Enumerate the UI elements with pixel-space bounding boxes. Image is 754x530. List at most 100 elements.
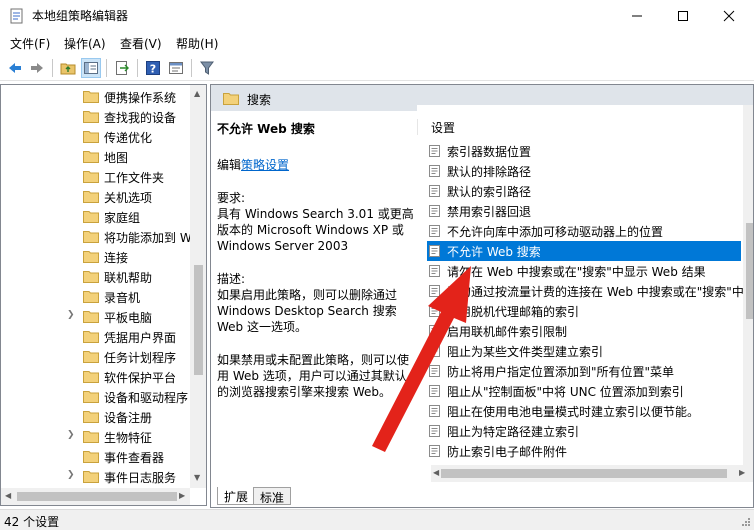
tree-item[interactable]: 软件保护平台	[1, 367, 191, 387]
tree-item[interactable]: 设备注册	[1, 407, 191, 427]
settings-row[interactable]: 阻止从"控制面板"中将 UNC 位置添加到索引	[427, 381, 741, 401]
folder-icon	[83, 211, 99, 223]
tree-item-label: 查找我的设备	[104, 111, 177, 125]
folder-icon	[83, 471, 99, 483]
scroll-right-icon[interactable]: ▶	[739, 468, 745, 477]
up-folder-button[interactable]	[58, 58, 78, 78]
tree-item-label: 传递优化	[104, 131, 153, 145]
tree-item[interactable]: 地图	[1, 147, 191, 167]
close-button[interactable]	[706, 0, 752, 31]
settings-row[interactable]: 请勿通过按流量计费的连接在 Web 中搜索或在"搜索"中	[427, 281, 744, 301]
tree-item[interactable]: ❯ 平板电脑	[1, 307, 191, 327]
tree-item[interactable]: 事件查看器	[1, 447, 191, 467]
tree-pane[interactable]: 便携操作系统查找我的设备 传递优化地图 工作文件夹 关机选项 家庭组 将功能添加到 W 连接…	[0, 84, 207, 506]
settings-row[interactable]: 阻止为某些文件类型建立索引	[427, 341, 741, 361]
folder-icon	[83, 111, 99, 123]
tree-horizontal-scrollbar[interactable]: ◀ ▶	[1, 488, 190, 505]
scroll-up-icon[interactable]: ▲	[194, 89, 200, 98]
settings-row[interactable]: 阻止在使用电池电量模式时建立索引以便节能。	[427, 401, 741, 421]
expand-chevron-icon[interactable]: ❯	[67, 470, 75, 480]
resize-grip-icon[interactable]	[741, 517, 751, 527]
settings-row-label: 不允许向库中添加可移动驱动器上的位置	[447, 225, 664, 239]
settings-row-label: 默认的排除路径	[447, 165, 532, 179]
toolbar: ?	[0, 55, 754, 81]
tree-item[interactable]: 凭据用户界面	[1, 327, 191, 347]
settings-list[interactable]: 设置 索引器数据位置默认的排除路径默认的索引路径 禁用索引器回退不允许向库中添加可…	[417, 105, 753, 477]
settings-row[interactable]: 请勿在 Web 中搜索或在"搜索"中显示 Web 结果	[427, 261, 741, 281]
settings-row[interactable]: 禁用索引器回退	[427, 201, 741, 221]
tree-item[interactable]: 工作文件夹	[1, 167, 191, 187]
tab-extended[interactable]: 扩展	[217, 487, 256, 505]
scroll-thumb[interactable]	[746, 223, 753, 319]
scroll-thumb[interactable]	[194, 265, 203, 375]
scroll-thumb[interactable]	[441, 469, 727, 478]
settings-vertical-scrollbar[interactable]	[743, 105, 753, 477]
title-bar[interactable]: 本地组策略编辑器	[0, 0, 754, 31]
settings-row[interactable]: 阻止为特定路径建立索引	[427, 421, 741, 441]
tree-item[interactable]: 家庭组	[1, 207, 191, 227]
policy-setting-icon	[429, 345, 440, 357]
tab-standard[interactable]: 标准	[253, 487, 292, 505]
settings-row[interactable]: 防止将用户指定位置添加到"所有位置"菜单	[427, 361, 741, 381]
settings-row-label: 防止将用户指定位置添加到"所有位置"菜单	[447, 365, 675, 379]
tree-item[interactable]: 录音机	[1, 287, 191, 307]
scroll-right-icon[interactable]: ▶	[179, 491, 185, 500]
folder-icon	[83, 171, 99, 183]
folder-icon	[83, 271, 99, 283]
scroll-left-icon[interactable]: ◀	[433, 468, 439, 477]
settings-row[interactable]: 索引器数据位置	[427, 141, 741, 161]
tree-item[interactable]: 任务计划程序	[1, 347, 191, 367]
expand-chevron-icon[interactable]: ❯	[67, 310, 75, 320]
settings-row[interactable]: 默认的排除路径	[427, 161, 741, 181]
settings-row[interactable]: 不允许 Web 搜索	[427, 241, 741, 261]
settings-row[interactable]: 不允许向库中添加可移动驱动器上的位置	[427, 221, 741, 241]
filter-button[interactable]	[197, 58, 217, 78]
policy-setting-icon	[429, 245, 440, 257]
settings-row[interactable]: 防止索引电子邮件附件	[427, 441, 741, 461]
description-text-1: 如果启用此策略，则可以删除通过 Windows Desktop Search 搜…	[217, 288, 398, 334]
show-hide-tree-button[interactable]	[81, 58, 101, 78]
tree-item[interactable]: ❯ 事件日志服务	[1, 467, 191, 487]
maximize-button[interactable]	[660, 0, 706, 31]
edit-policy-link[interactable]: 策略设置	[241, 158, 289, 172]
settings-row-label: 请勿通过按流量计费的连接在 Web 中搜索或在"搜索"中	[447, 285, 744, 299]
tree-item[interactable]: 查找我的设备	[1, 107, 191, 127]
scroll-down-icon[interactable]: ▼	[194, 473, 200, 482]
column-header-setting[interactable]: 设置	[431, 119, 455, 136]
settings-row[interactable]: 启用脱机代理邮箱的索引	[427, 301, 741, 321]
policy-editor-icon	[10, 8, 23, 24]
tree-item[interactable]: ❯ 生物特征	[1, 427, 191, 447]
menu-action[interactable]: 操作(A)	[64, 35, 106, 52]
tree-item[interactable]: 连接	[1, 247, 191, 267]
folder-icon	[83, 131, 99, 143]
settings-row[interactable]: 启用联机邮件索引限制	[427, 321, 741, 341]
tree-item[interactable]: 关机选项	[1, 187, 191, 207]
minimize-icon	[632, 15, 642, 16]
expand-chevron-icon[interactable]: ❯	[67, 430, 75, 440]
export-list-button[interactable]	[112, 58, 132, 78]
menu-help[interactable]: 帮助(H)	[176, 35, 218, 52]
properties-button[interactable]	[166, 58, 186, 78]
tree-item[interactable]: 传递优化	[1, 127, 191, 147]
tree-item[interactable]: 设备和驱动程序	[1, 387, 191, 407]
settings-horizontal-scrollbar[interactable]: ◀ ▶	[431, 465, 753, 482]
tree-item[interactable]: 便携操作系统	[1, 87, 191, 107]
minimize-button[interactable]	[614, 0, 660, 31]
help-button[interactable]: ?	[143, 58, 163, 78]
scroll-left-icon[interactable]: ◀	[5, 491, 11, 500]
settings-row-label: 防止索引电子邮件附件	[447, 445, 568, 459]
policy-setting-icon	[429, 265, 440, 277]
forward-arrow-icon	[31, 63, 43, 73]
folder-icon	[83, 311, 99, 323]
tree-item[interactable]: 联机帮助	[1, 267, 191, 287]
settings-row[interactable]: 默认的索引路径	[427, 181, 741, 201]
menu-file[interactable]: 文件(F)	[10, 35, 50, 52]
forward-button[interactable]	[27, 58, 47, 78]
maximize-icon	[678, 10, 688, 21]
tree-vertical-scrollbar[interactable]: ▲ ▼	[190, 85, 206, 488]
tree-item[interactable]: 将功能添加到 W	[1, 227, 192, 247]
scroll-thumb[interactable]	[17, 492, 177, 501]
policy-setting-icon	[429, 425, 440, 437]
menu-view[interactable]: 查看(V)	[120, 35, 162, 52]
back-button[interactable]	[5, 58, 25, 78]
